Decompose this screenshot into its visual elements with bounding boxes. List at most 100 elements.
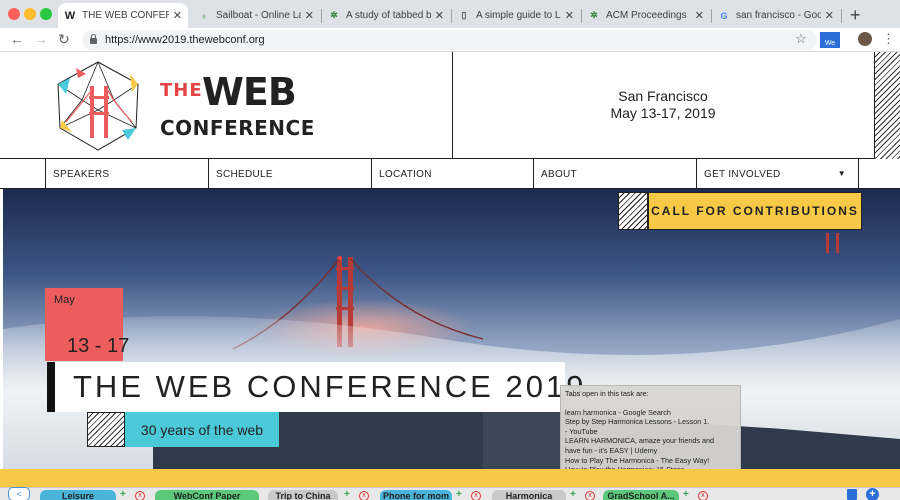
nav-label: LOCATION (379, 169, 432, 180)
site-header: THE WEB CONFERENCE San Francisco May 13-… (0, 52, 900, 159)
hero-subtitle-text: 30 years of the web (140, 421, 264, 438)
document-icon: ▯ (461, 10, 467, 20)
hero-title: THE WEB CONFERENCE 2019 (47, 362, 583, 412)
call-for-contributions-button[interactable]: CALL FOR CONTRIBUTIONS (648, 192, 862, 230)
menu-icon[interactable]: ⋮ (882, 31, 895, 47)
tab-separator (841, 9, 842, 23)
browser-tab-sailboat[interactable]: ♁ Sailboat - Online LaT ✕ (192, 3, 320, 28)
nav-location[interactable]: LOCATION (371, 159, 534, 189)
browser-tab-tabbed-study[interactable]: ✲ A study of tabbed br ✕ (322, 3, 450, 28)
nav-schedule[interactable]: SCHEDULE (208, 159, 371, 189)
close-tab-icon[interactable]: ✕ (435, 9, 444, 22)
close-window-icon[interactable] (8, 8, 20, 20)
puzzle-icon: ✲ (590, 10, 598, 20)
logo-web-text: WEB (202, 70, 297, 114)
header-city: San Francisco (618, 88, 708, 104)
tab-title: A study of tabbed br (346, 10, 431, 21)
header-hatch-decoration (874, 52, 900, 159)
tooltip-line: learn harmonica - Google Search (565, 407, 671, 417)
cta-hatch-decoration (618, 192, 648, 230)
date-range: 13 - 17 (67, 335, 130, 357)
add-tab-icon[interactable]: + (344, 489, 350, 500)
tooltip-line: Step by Step Harmonica Lessons - Lesson … (565, 417, 710, 427)
header-divider (452, 52, 453, 159)
browser-tab-google[interactable]: G san francisco - Goog ✕ (712, 3, 840, 28)
add-tab-icon[interactable]: + (120, 489, 126, 500)
close-task-icon[interactable]: x (471, 491, 481, 500)
tab-title: san francisco - Goog (736, 10, 821, 21)
browser-tab-webconf[interactable]: W THE WEB CONFERENC ✕ (58, 3, 188, 28)
puzzle-icon: ✲ (330, 10, 338, 20)
header-dates: May 13-17, 2019 (610, 105, 716, 121)
nav-get-involved[interactable]: GET INVOLVED ▼ (696, 159, 859, 189)
tab-title: Sailboat - Online LaT (216, 10, 301, 21)
add-tab-icon[interactable]: + (683, 489, 689, 500)
forward-arrow-icon[interactable]: → (34, 31, 48, 47)
tooltip-heading: Tabs open in this task are: (565, 389, 649, 398)
url-text: https://www2019.thewebconf.org (105, 34, 265, 46)
close-tab-icon[interactable]: ✕ (695, 9, 704, 22)
maximize-window-icon[interactable] (40, 8, 52, 20)
nav-label: SCHEDULE (216, 169, 273, 180)
tooltip-line: LEARN HARMONICA, amaze your friends and (565, 436, 714, 446)
task-label[interactable]: Leisure (40, 490, 116, 500)
back-arrow-icon[interactable]: ← (10, 31, 24, 47)
tooltip-line: - YouTube (565, 426, 598, 436)
nav-label: GET INVOLVED (704, 169, 781, 180)
previous-tasks-button[interactable]: < (8, 487, 30, 500)
task-label[interactable]: Trip to China (268, 490, 338, 500)
task-label[interactable]: WebConf Paper (155, 490, 259, 500)
task-label[interactable]: GradSchool A... (603, 490, 679, 500)
w-logo-icon: W (64, 9, 76, 22)
browser-toolbar: ← → ↻ https://www2019.thewebconf.org ☆ W… (0, 28, 900, 52)
tooltip-line: have fun - it's EASY | Udemy (565, 445, 658, 455)
tooltip-line: How to Play The Harmonica - The Easy Way… (565, 455, 710, 465)
nav-label: SPEAKERS (53, 169, 110, 180)
address-bar[interactable]: https://www2019.thewebconf.org (82, 30, 817, 50)
reload-icon[interactable]: ↻ (58, 31, 70, 48)
cta-label: CALL FOR CONTRIBUTIONS (651, 204, 859, 218)
conference-logo-icon[interactable] (52, 60, 144, 152)
task-bar: < Leisure + x WebConf Paper Trip to Chin… (0, 487, 900, 500)
date-month: May (54, 294, 75, 306)
header-location: San Francisco May 13-17, 2019 (580, 88, 746, 122)
tab-title: THE WEB CONFERENC (82, 10, 169, 21)
logo-the-text: THE (160, 80, 203, 101)
leaf-icon: ♁ (200, 10, 208, 21)
close-tab-icon[interactable]: ✕ (173, 9, 182, 22)
hero-banner: CALL FOR CONTRIBUTIONS May 13 - 17 THE W… (3, 189, 900, 469)
chevron-down-icon: ▼ (837, 169, 846, 178)
lock-icon (90, 34, 97, 44)
nav-about[interactable]: ABOUT (533, 159, 696, 189)
hero-subtitle: 30 years of the web (125, 412, 279, 447)
bookmark-icon[interactable] (847, 489, 857, 500)
profile-avatar[interactable] (858, 32, 872, 46)
subtitle-hatch-decoration (87, 412, 125, 447)
browser-tab-acm[interactable]: ✲ ACM Proceedings ✕ (582, 3, 710, 28)
logo-conference-text: CONFERENCE (160, 116, 315, 140)
hero-title-text: THE WEB CONFERENCE 2019 (73, 369, 587, 404)
close-tab-icon[interactable]: ✕ (825, 9, 834, 22)
close-task-icon[interactable]: x (585, 491, 595, 500)
close-task-icon[interactable]: x (135, 491, 145, 500)
page-yellow-strip (0, 469, 900, 487)
browser-tab-latex-guide[interactable]: ▯ A simple guide to LaT ✕ (452, 3, 580, 28)
new-tab-button[interactable]: + (850, 5, 861, 26)
close-tab-icon[interactable]: ✕ (305, 9, 314, 22)
browser-tab-bar: W THE WEB CONFERENC ✕ ♁ Sailboat - Onlin… (0, 0, 900, 28)
star-icon[interactable]: ☆ (795, 31, 807, 47)
task-label[interactable]: Phone for mom (380, 490, 452, 500)
task-label[interactable]: Harmonica (492, 490, 566, 500)
add-tab-icon[interactable]: + (570, 489, 576, 500)
main-nav: SPEAKERS SCHEDULE LOCATION ABOUT GET INV… (0, 159, 900, 189)
close-task-icon[interactable]: x (359, 491, 369, 500)
nav-speakers[interactable]: SPEAKERS (45, 159, 208, 189)
add-tab-icon[interactable]: + (456, 489, 462, 500)
add-task-button[interactable]: + (866, 488, 879, 500)
tab-title: A simple guide to LaT (476, 10, 561, 21)
extension-icon[interactable]: We (820, 32, 840, 48)
close-tab-icon[interactable]: ✕ (565, 9, 574, 22)
close-task-icon[interactable]: x (698, 491, 708, 500)
tab-title: ACM Proceedings (606, 10, 687, 21)
minimize-window-icon[interactable] (24, 8, 36, 20)
